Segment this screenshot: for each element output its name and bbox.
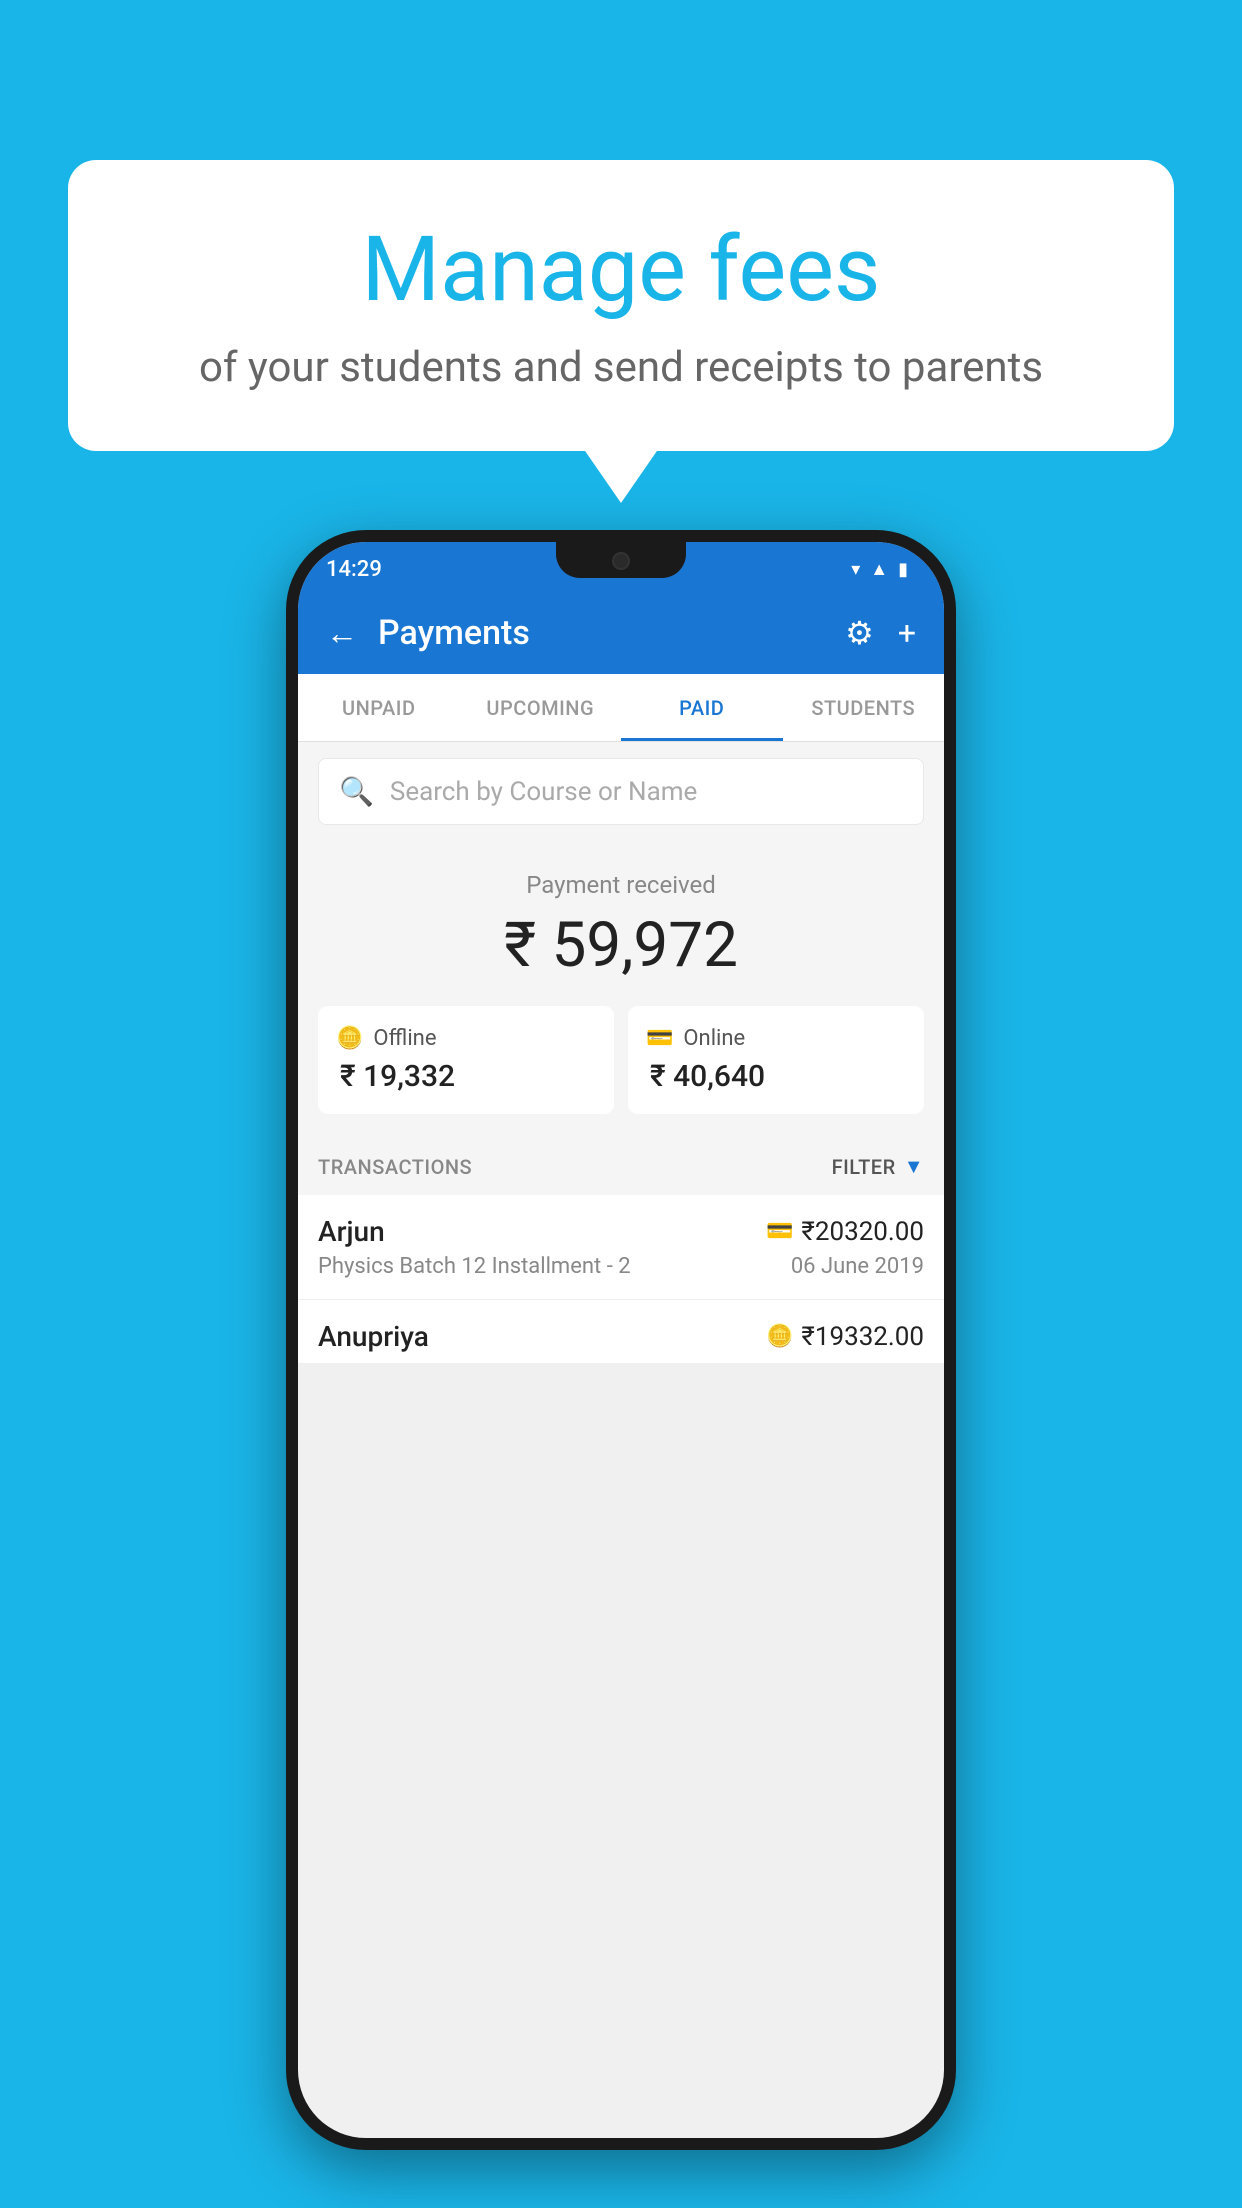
search-bar[interactable]: 🔍 Search by Course or Name (318, 758, 924, 825)
search-icon: 🔍 (339, 775, 374, 808)
transactions-label: TRANSACTIONS (318, 1155, 472, 1179)
bubble-title: Manage fees (128, 220, 1114, 319)
phone-notch (556, 542, 686, 578)
filter-icon: ▼ (904, 1154, 924, 1179)
payment-type-icon-online: 💳 (766, 1219, 793, 1244)
add-icon[interactable]: + (898, 614, 916, 652)
page-title: Payments (378, 613, 825, 653)
transaction-date: 06 June 2019 (791, 1254, 924, 1279)
tab-paid[interactable]: PAID (621, 674, 783, 741)
speech-bubble: Manage fees of your students and send re… (68, 160, 1174, 451)
payment-received-label: Payment received (318, 871, 924, 899)
camera-dot (612, 552, 630, 570)
transaction-row[interactable]: Arjun 💳 ₹20320.00 Physics Batch 12 Insta… (298, 1195, 944, 1300)
offline-card: 🪙 Offline ₹ 19,332 (318, 1006, 614, 1114)
payment-summary: Payment received ₹ 59,972 🪙 Offline ₹ 19… (298, 841, 944, 1138)
search-input[interactable]: Search by Course or Name (390, 777, 697, 807)
transaction-name-partial: Anupriya (318, 1320, 429, 1353)
transaction-name: Arjun (318, 1215, 385, 1248)
transaction-amount: ₹20320.00 (801, 1217, 924, 1247)
tab-upcoming[interactable]: UPCOMING (460, 674, 622, 741)
transaction-amount-partial: 🪙 ₹19332.00 (766, 1322, 924, 1352)
online-card: 💳 Online ₹ 40,640 (628, 1006, 924, 1114)
offline-label: Offline (373, 1026, 436, 1051)
transactions-header: TRANSACTIONS FILTER ▼ (298, 1138, 944, 1195)
filter-button[interactable]: FILTER ▼ (832, 1154, 924, 1179)
status-time: 14:29 (326, 557, 382, 582)
offline-icon: 🪙 (336, 1026, 363, 1051)
transaction-amount-2: ₹19332.00 (801, 1322, 924, 1352)
settings-icon[interactable]: ⚙ (845, 614, 874, 652)
transaction-row-partial[interactable]: Anupriya 🪙 ₹19332.00 (298, 1300, 944, 1363)
bubble-subtitle: of your students and send receipts to pa… (128, 341, 1114, 396)
online-icon: 💳 (646, 1026, 673, 1051)
filter-label: FILTER (832, 1155, 896, 1179)
search-container: 🔍 Search by Course or Name (298, 742, 944, 841)
online-amount: ₹ 40,640 (646, 1059, 906, 1094)
signal-icon: ▲ (870, 559, 888, 580)
status-icons: ▾ ▲ ▮ (851, 559, 908, 580)
phone-mockup: 14:29 ▾ ▲ ▮ ← Payments ⚙ + (286, 530, 956, 2150)
transaction-amount-wrap: 💳 ₹20320.00 (766, 1217, 924, 1247)
tabs-bar: UNPAID UPCOMING PAID STUDENTS (298, 674, 944, 742)
payment-total-amount: ₹ 59,972 (318, 909, 924, 982)
battery-icon: ▮ (898, 559, 908, 580)
transaction-course: Physics Batch 12 Installment - 2 (318, 1254, 631, 1279)
wifi-icon: ▾ (851, 559, 860, 580)
online-label: Online (683, 1026, 745, 1051)
tab-students[interactable]: STUDENTS (783, 674, 945, 741)
top-bar: ← Payments ⚙ + (298, 592, 944, 674)
offline-amount: ₹ 19,332 (336, 1059, 596, 1094)
payment-type-icon-offline: 🪙 (766, 1324, 793, 1349)
tab-unpaid[interactable]: UNPAID (298, 674, 460, 741)
back-button[interactable]: ← (326, 614, 358, 652)
